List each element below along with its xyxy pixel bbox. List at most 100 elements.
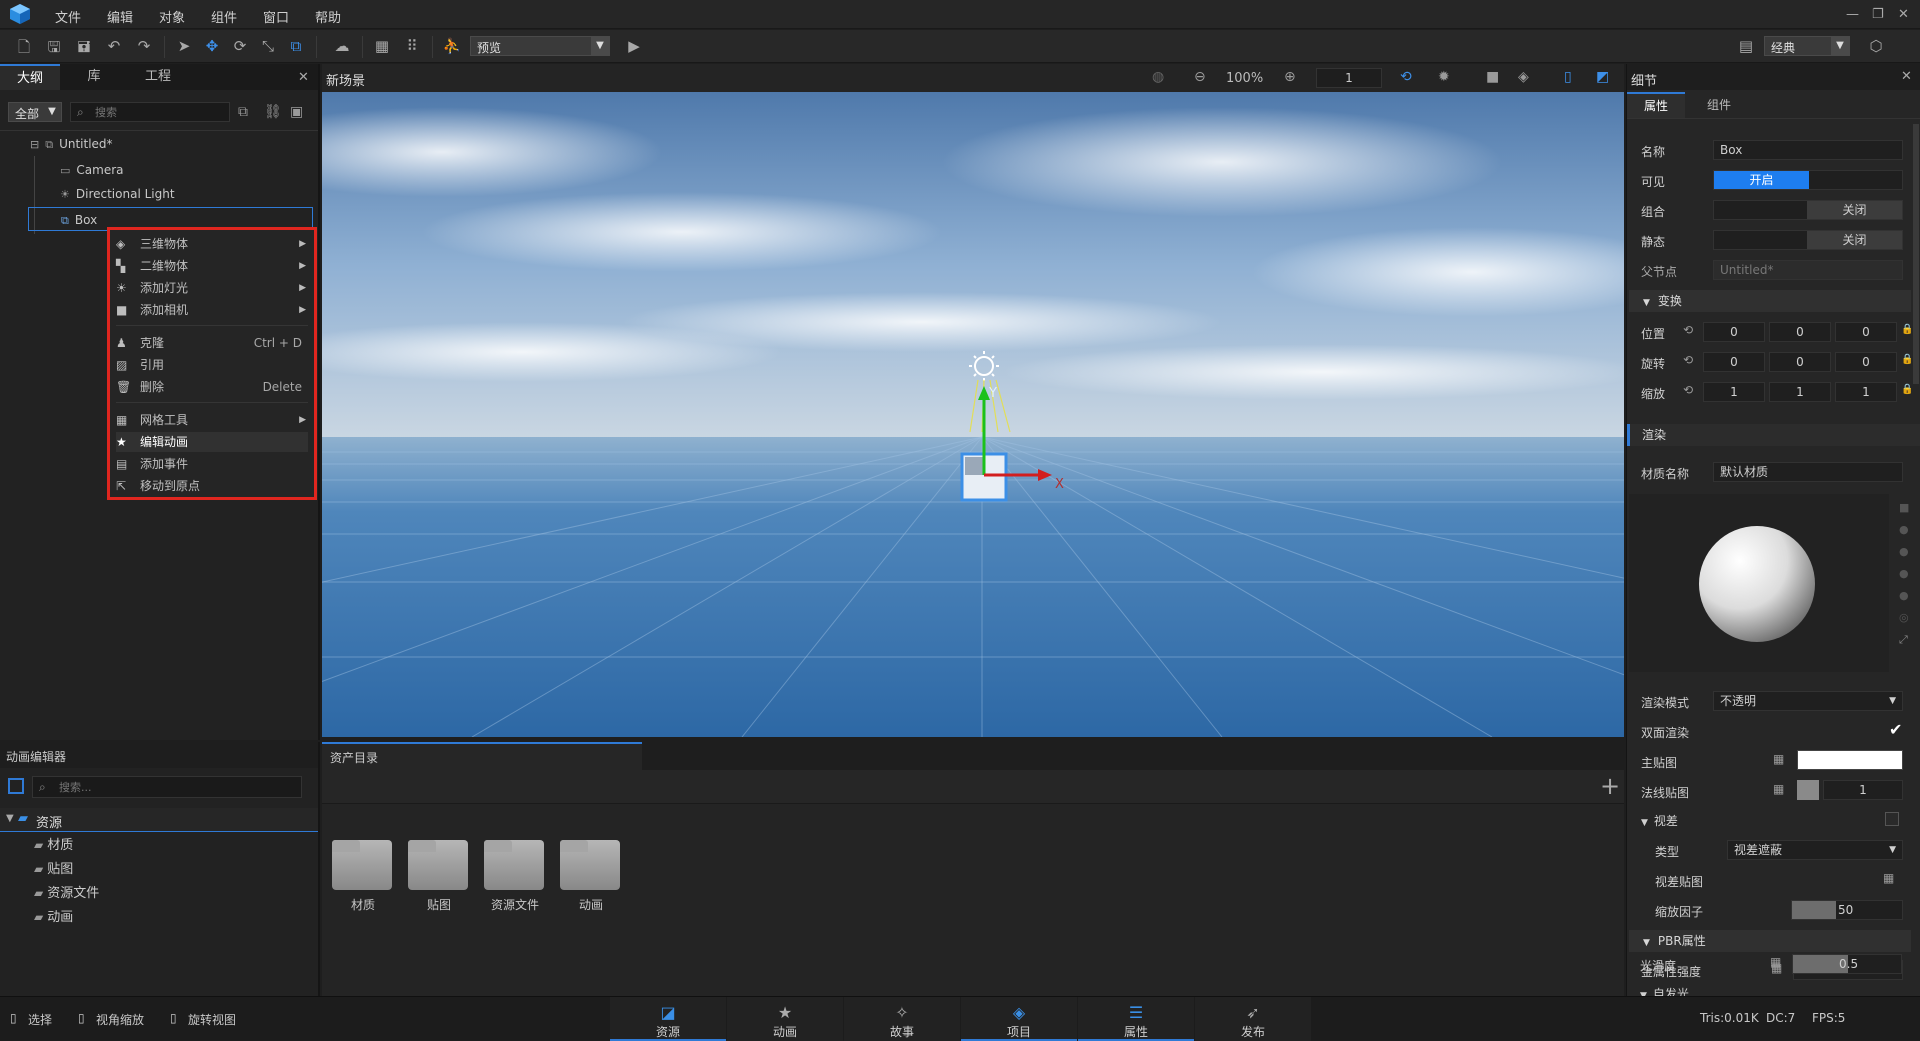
tab-components[interactable]: 组件 (1687, 92, 1751, 118)
ctx-item-edit-animation[interactable]: ★ 编辑动画 (116, 432, 308, 452)
layout-icon[interactable]: ▤ (1736, 37, 1756, 57)
menu-edit[interactable]: 编辑 (107, 7, 133, 26)
section-parallax[interactable]: ▼ 视差 (1641, 812, 1678, 829)
torus-icon[interactable]: ● (1899, 568, 1909, 579)
group-toggle[interactable]: 关闭 (1713, 200, 1903, 220)
close-window-icon[interactable]: ✕ (1898, 7, 1909, 22)
scale-x[interactable]: 1 (1703, 382, 1765, 402)
ctx-item-add-light[interactable]: ☀ 添加灯光 ▶ (116, 278, 308, 298)
anim-search-input[interactable] (59, 779, 289, 795)
undo-icon[interactable]: ↶ (104, 37, 124, 57)
lock-icon[interactable]: ▯ (1564, 70, 1572, 84)
section-transform[interactable]: ▼ 变换 (1629, 290, 1911, 312)
lock-icon[interactable]: 🔒 (1901, 385, 1913, 395)
nav-tab-project[interactable]: ◈ 项目 (961, 997, 1077, 1041)
name-field[interactable]: Box (1713, 140, 1903, 160)
menu-help[interactable]: 帮助 (315, 7, 341, 26)
anim-search[interactable]: ⌕ (32, 776, 302, 798)
nav-tab-animation[interactable]: ★ 动画 (727, 997, 843, 1041)
tree-item-directional-light[interactable]: ☀ Directional Light (60, 182, 175, 206)
checker-icon[interactable]: ▦ (1770, 956, 1781, 968)
reset-icon[interactable]: ⟲ (1683, 384, 1693, 396)
scrollbar[interactable] (1913, 124, 1919, 384)
tree-item-resources[interactable]: ▼ ▰ 资源 (0, 808, 318, 832)
static-toggle-off[interactable]: 关闭 (1807, 231, 1902, 249)
expand-icon[interactable]: ⤢ (1899, 634, 1908, 645)
lock-icon[interactable]: 🔒 (1901, 355, 1913, 365)
tab-project[interactable]: 工程 (128, 64, 188, 90)
menu-object[interactable]: 对象 (159, 7, 185, 26)
scene-canvas[interactable]: Y X (322, 92, 1624, 737)
section-pbr[interactable]: ▼ PBR属性 (1629, 930, 1911, 952)
zoom-in-icon[interactable]: ⊕ (1284, 70, 1296, 84)
new-file-icon[interactable]: 🗋 (14, 37, 34, 57)
nav-tab-resources[interactable]: ◪ 资源 (610, 997, 726, 1041)
double-side-checkbox[interactable]: ✔ (1889, 720, 1902, 739)
gradient-icon[interactable]: ◩ (1596, 70, 1609, 84)
static-toggle[interactable]: 关闭 (1713, 230, 1903, 250)
tree-item-resource-files[interactable]: ▰ 资源文件 (34, 882, 99, 904)
settings-hex-icon[interactable]: ⬡ (1866, 37, 1886, 57)
rotation-y[interactable]: 0 (1769, 352, 1831, 372)
move-tool-icon[interactable]: ✥ (202, 37, 222, 57)
ctx-item-delete[interactable]: 🗑 删除 Delete (116, 377, 308, 397)
reset-icon[interactable]: ⟲ (1683, 354, 1693, 366)
normal-tex-strength[interactable]: 1 (1823, 780, 1903, 800)
outline-search[interactable]: ⌕ (70, 102, 230, 122)
visible-toggle[interactable]: 开启 (1713, 170, 1903, 190)
ctx-item-reference[interactable]: ▨ 引用 (116, 355, 308, 375)
minimize-icon[interactable]: — (1846, 7, 1859, 22)
tree-item-textures[interactable]: ▰ 贴图 (34, 858, 73, 880)
folder-animations[interactable]: 动画 (560, 830, 622, 912)
lock-icon[interactable]: 🔒 (1901, 325, 1913, 335)
tree-item-untitled[interactable]: ⊟ ⧉ Untitled* (30, 132, 113, 156)
section-render[interactable]: 渲染 (1627, 424, 1920, 446)
tab-properties[interactable]: 属性 (1627, 92, 1685, 118)
position-z[interactable]: 0 (1835, 322, 1897, 342)
layout-dropdown[interactable]: 经典 ▼ (1764, 36, 1850, 56)
select-arrow-icon[interactable]: ➤ (174, 37, 194, 57)
scale-factor-slider[interactable]: 50 (1791, 900, 1903, 920)
collapse-icon[interactable]: ▣ (290, 105, 303, 119)
tab-outline[interactable]: 大纲 (0, 64, 60, 90)
ctx-item-clone[interactable]: ♟ 克隆 Ctrl + D (116, 333, 308, 353)
reset-icon[interactable]: ⟲ (1683, 324, 1693, 336)
tab-library[interactable]: 库 (64, 64, 124, 90)
main-tex-swatch[interactable] (1797, 750, 1903, 770)
checker-icon[interactable]: ▦ (1773, 753, 1784, 765)
cloud-icon[interactable]: ☁ (332, 37, 352, 57)
tree-item-animations[interactable]: ▰ 动画 (34, 906, 73, 928)
panel-toggle-icon[interactable] (8, 778, 24, 794)
rotate-tool-icon[interactable]: ⟳ (230, 37, 250, 57)
close-panel-icon[interactable]: ✕ (1901, 69, 1912, 84)
nav-tab-publish[interactable]: ➶ 发布 (1195, 997, 1311, 1041)
unlink-icon[interactable]: ⛓ (264, 105, 282, 119)
folder-materials[interactable]: 材质 (332, 830, 394, 912)
scale-y[interactable]: 1 (1769, 382, 1831, 402)
nav-tab-properties[interactable]: ☰ 属性 (1078, 997, 1194, 1041)
ctx-item-add-event[interactable]: ▤ 添加事件 (116, 454, 308, 474)
plane-icon[interactable]: ◎ (1899, 612, 1909, 623)
ctx-item-2d-object[interactable]: ▚ 二维物体 ▶ (116, 256, 308, 276)
rect-tool-icon[interactable]: ⧉ (286, 37, 306, 57)
render-mode-dropdown[interactable]: 不透明 ▼ (1713, 691, 1903, 711)
parallax-checkbox[interactable] (1885, 812, 1899, 826)
menu-component[interactable]: 组件 (211, 7, 237, 26)
ctx-item-mesh-tools[interactable]: ▦ 网格工具 ▶ (116, 410, 308, 430)
group-toggle-off[interactable]: 关闭 (1807, 201, 1902, 219)
frame-input[interactable]: 1 (1316, 68, 1382, 88)
menu-file[interactable]: 文件 (55, 7, 81, 26)
normal-tex-swatch[interactable] (1797, 780, 1819, 800)
rotation-z[interactable]: 0 (1835, 352, 1897, 372)
nav-tab-story[interactable]: ✧ 故事 (844, 997, 960, 1041)
checker-icon[interactable]: ▦ (1883, 872, 1894, 884)
cylinder-icon[interactable]: ● (1899, 546, 1909, 557)
shading-icon[interactable]: ◍ (1152, 70, 1164, 84)
rotation-x[interactable]: 0 (1703, 352, 1765, 372)
preview-dropdown[interactable]: 预览 ▼ (470, 36, 610, 56)
scale-z[interactable]: 1 (1835, 382, 1897, 402)
grid-icon[interactable]: ▦ (372, 37, 392, 57)
filter-dropdown[interactable]: 全部 ▼ (8, 102, 62, 122)
material-field[interactable]: 默认材质 (1713, 462, 1903, 482)
save-icon[interactable]: 🖫 (44, 37, 64, 57)
